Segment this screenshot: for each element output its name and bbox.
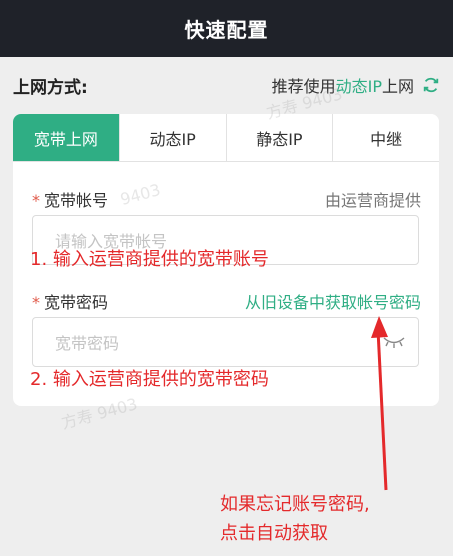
annotation-arrow <box>371 316 388 491</box>
